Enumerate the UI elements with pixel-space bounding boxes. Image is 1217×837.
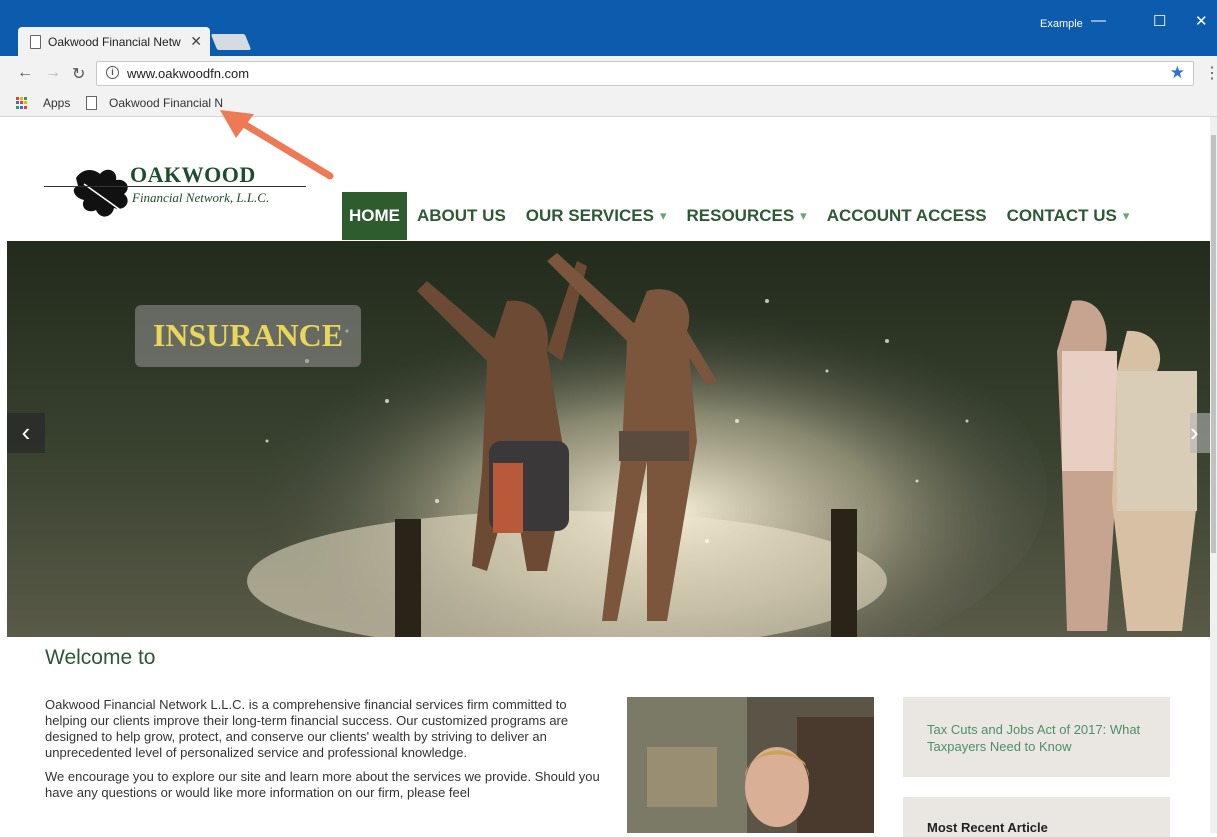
main-navigation: HOME ABOUT US OUR SERVICES ▾ RESOURCES ▾ A… [342,192,1139,240]
nav-contact-us[interactable]: CONTACT US ▾ [997,192,1140,240]
welcome-paragraph-1: Oakwood Financial Network L.L.C. is a co… [45,697,569,760]
close-tab-icon[interactable]: ✕ [190,33,202,50]
page-scrollbar[interactable] [1210,117,1217,833]
info-icon[interactable]: i [106,66,119,79]
page-icon [86,96,97,110]
nav-about-label: ABOUT US [417,206,506,225]
maximize-icon[interactable]: ☐ [1153,12,1166,30]
nav-home[interactable]: HOME [342,192,407,240]
browser-toolbar: ← → ↻ i www.oakwoodfn.com ★ ⋮ [0,56,1217,90]
welcome-text: Oakwood Financial Network L.L.C. is a co… [45,697,605,809]
menu-icon[interactable]: ⋮ [1204,63,1217,83]
nav-contact-label: CONTACT US [1006,206,1117,225]
hero-caption-text: INSURANCE [152,317,344,353]
advisor-portrait-image [627,697,874,833]
scrollbar-thumb[interactable] [1211,135,1216,553]
annotation-arrow-icon [220,110,334,180]
nav-resources-label: RESOURCES [686,206,795,225]
bookmark-oakwood[interactable]: Oakwood Financial N [109,96,231,110]
chevron-down-icon: ▾ [1122,208,1130,223]
profile-name[interactable]: Example [1040,18,1083,30]
bookmarks-bar: Apps Oakwood Financial N [0,90,1217,117]
new-tab-button[interactable] [210,34,252,50]
hero-caption: INSURANCE [135,305,361,367]
logo-tagline: Financial Network, L.L.C. [132,190,270,205]
apps-bookmark[interactable]: Apps [43,96,70,110]
welcome-heading: Welcome to [45,646,156,669]
browser-tab[interactable]: Oakwood Financial Netw ✕ [18,27,210,56]
address-bar[interactable]: i www.oakwoodfn.com ★ [96,61,1194,86]
nav-account-access[interactable]: ACCOUNT ACCESS [817,192,997,240]
recent-article-card: Most Recent Article [903,797,1170,837]
nav-home-label: HOME [349,206,400,225]
close-window-icon[interactable]: ✕ [1195,12,1208,30]
url-text[interactable]: www.oakwoodfn.com [127,66,249,81]
advisor-photo [627,697,874,833]
minimize-icon[interactable]: — [1091,12,1106,29]
page-icon [30,35,41,49]
slider-prev-button[interactable]: ‹ [7,413,45,453]
slider-next-button[interactable]: › [1190,413,1210,453]
apps-grid-icon[interactable] [16,97,28,109]
tab-title: Oakwood Financial Netw [48,35,181,49]
featured-article-link[interactable]: Tax Cuts and Jobs Act of 2017: What Taxp… [927,721,1147,755]
oak-leaf-icon [73,169,128,217]
back-icon[interactable]: ← [17,64,33,82]
nav-about-us[interactable]: ABOUT US [407,192,516,240]
nav-services-label: OUR SERVICES [525,206,654,225]
welcome-paragraph-2: We encourage you to explore our site and… [45,769,600,800]
browser-titlebar: Oakwood Financial Netw ✕ Example — ☐ ✕ [0,0,1217,56]
chevron-down-icon: ▾ [800,208,807,223]
nav-account-label: ACCOUNT ACCESS [826,206,987,225]
nav-our-services[interactable]: OUR SERVICES ▾ [516,192,677,240]
forward-icon[interactable]: → [45,64,61,82]
reload-icon[interactable]: ↻ [72,64,85,84]
chevron-down-icon: ▾ [659,208,667,223]
featured-article-card[interactable]: Tax Cuts and Jobs Act of 2017: What Taxp… [903,697,1170,777]
hero-slider[interactable]: INSURANCE ‹ › [7,241,1210,637]
nav-resources[interactable]: RESOURCES ▾ [676,192,816,240]
bookmark-star-icon[interactable]: ★ [1170,63,1185,83]
hero-image [7,241,1210,637]
